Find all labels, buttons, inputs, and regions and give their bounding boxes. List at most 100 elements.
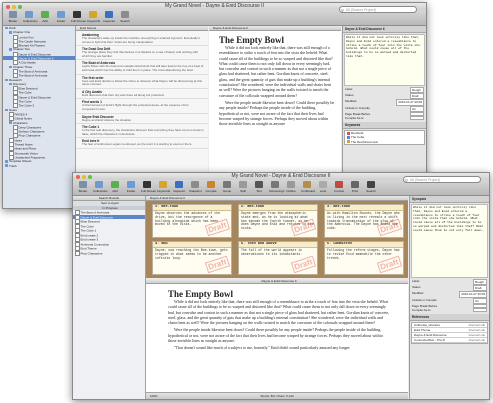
folder-icon xyxy=(57,11,65,18)
back-synopsis[interactable]: While it did not look entirely like that… xyxy=(344,34,425,86)
toolbar-button-full-screen[interactable]: Full Screen xyxy=(71,11,86,24)
collection-item[interactable]: Prop Characters xyxy=(73,250,145,256)
outline-item[interactable]: Awakening The characters wake up inside t… xyxy=(76,32,208,47)
outline-item[interactable]: The Cube 1 In the first real discovery, t… xyxy=(76,124,208,139)
compile-icon xyxy=(207,181,215,188)
outline-item[interactable]: Dayne Enid Discover Dayne and Enid discus… xyxy=(76,114,208,125)
toolbar-button-collections[interactable]: Collections xyxy=(23,11,38,24)
folder-icon xyxy=(5,78,8,82)
front-editor-paragraph[interactable]: "That doesn't sound like much of a subje… xyxy=(168,345,392,350)
index-card[interactable]: 2. Bee-town Dayne emerges from the atmosp… xyxy=(238,204,318,238)
search-results-tab[interactable]: Search Results xyxy=(73,196,145,201)
back-search-field[interactable]: ⚲ All (Search Project) xyxy=(339,6,417,13)
toolbar-button-label: Inspector xyxy=(103,19,116,23)
toolbar-button-outline[interactable]: Outline xyxy=(285,181,297,194)
front-editor-paragraph[interactable]: Were the people inside likewise bent dow… xyxy=(168,327,392,343)
toolbar-button-scrivenings[interactable]: Scrivenings xyxy=(269,181,285,194)
toolbar-button-keywords[interactable]: Keywords xyxy=(157,181,170,194)
front-window[interactable]: My Grand Novel - Dayne & Enid Discourse … xyxy=(72,172,490,400)
minimize-button[interactable] xyxy=(12,4,16,9)
toolbar-button-text[interactable]: Text xyxy=(253,181,265,194)
back-editor-paragraph[interactable]: While it did not look entirely like that… xyxy=(219,45,335,98)
index-card[interactable]: 3. Bee-town As with Hamilton Sounds, the … xyxy=(324,204,404,238)
binder-item[interactable]: Trash xyxy=(3,164,75,168)
toolbar-button-inspector[interactable]: Inspector xyxy=(173,181,185,194)
keywords-icon xyxy=(89,11,97,18)
reference-row[interactable]: ConnectedText - The R Internal Link xyxy=(412,338,487,344)
toolbar-button-label: Snapshot xyxy=(189,189,202,193)
toolbar-button-corkboard[interactable]: Corkboard xyxy=(301,181,315,194)
toolbar-button-split[interactable]: Split xyxy=(237,181,249,194)
lock-icon xyxy=(319,181,327,188)
back-editor-paragraph[interactable]: Were the people inside likewise bent dow… xyxy=(219,100,335,126)
toolbar-button-folder[interactable]: Folder xyxy=(125,181,137,194)
toolbar-button-search[interactable]: Search xyxy=(119,11,131,24)
toolbar-button-keywords[interactable]: Keywords xyxy=(87,11,100,24)
outline-item-body: The fear of ambrosia is again mentioned,… xyxy=(82,142,193,147)
index-card[interactable]: 6. Committee Following the reform stages,… xyxy=(324,241,404,275)
toolbar-button-label: Format xyxy=(334,189,344,193)
toolbar-button-label: Print xyxy=(351,189,359,193)
outline-item[interactable]: A City Awaits Enid discovers that their c… xyxy=(76,89,208,100)
outline-item[interactable]: The Dead Sea Drift The strange place they… xyxy=(76,46,208,61)
index-card[interactable]: 5. Then and Above The fall of the world a… xyxy=(238,241,318,275)
outline-item[interactable]: The first order Cars and Enid decide to f… xyxy=(76,75,208,89)
toolbar-button-inspector[interactable]: Inspector xyxy=(103,11,115,24)
toolbar-button-folder[interactable]: Folder xyxy=(55,11,67,24)
outline-item[interactable]: Enid bets fr The fear of ambrosia is agai… xyxy=(76,138,208,149)
front-editor[interactable]: Dayne & Enid Discourse II The Empty Bowl… xyxy=(146,279,408,392)
minimize-button[interactable] xyxy=(82,174,86,179)
toolbar-button-add[interactable]: Add xyxy=(39,11,51,24)
search-icon: ⚲ xyxy=(341,8,344,13)
reference-name: Dayne & Enid Discourse xyxy=(414,333,447,338)
index-card-title-text: Bee-town xyxy=(247,205,265,209)
keyword-row[interactable]: The Red Dream text xyxy=(345,140,424,144)
toolbar-button-binder[interactable]: Binder xyxy=(77,181,89,194)
keyword-color-swatch xyxy=(347,131,350,135)
toolbar-button-label: Folder xyxy=(56,19,66,23)
front-inspector[interactable]: Synopsis While it did not look entirely … xyxy=(409,196,489,399)
front-search-field[interactable]: ⚲ All (Search Project) xyxy=(403,176,481,183)
corkboard[interactable]: Dayne & Enid Discourse II 1. Bee-town Day… xyxy=(146,196,408,278)
toolbar-button-snapshot[interactable]: Snapshot xyxy=(189,181,202,194)
toolbar-button-add[interactable]: Add xyxy=(109,181,121,194)
metadata-row: Compile As-Is xyxy=(343,116,426,121)
reference-name: Ambrosia_structure xyxy=(414,323,441,328)
toolbar-button-full-screen[interactable]: Full Screen xyxy=(141,181,156,194)
snapshot-icon xyxy=(191,181,199,188)
close-button[interactable] xyxy=(6,4,10,9)
full-screen-icon xyxy=(73,11,81,18)
back-window-title: My Grand Novel - Dayne & Enid Discourse … xyxy=(165,3,264,9)
keyword-color-swatch xyxy=(347,136,350,140)
toolbar-button-binder[interactable]: Binder xyxy=(7,11,19,24)
index-card[interactable]: 4. Now Dayne, now reaching the Bee-town, … xyxy=(152,241,232,275)
close-button[interactable] xyxy=(76,174,80,179)
outline-item[interactable]: First words 1A brief account of Enid's f… xyxy=(76,99,208,114)
outline-item-body: Enid discovers that their city was there… xyxy=(82,92,165,97)
toolbar-button-search[interactable]: Search xyxy=(365,181,377,194)
front-synopsis[interactable]: While it did not look entirely like that… xyxy=(411,204,488,278)
toolbar-button-format[interactable]: Format xyxy=(333,181,345,194)
toolbar-button-label: Add xyxy=(42,19,48,23)
toolbar-button-group[interactable]: Group xyxy=(221,181,233,194)
front-collections[interactable]: Search Results Sent to Agent In Progress… xyxy=(73,196,146,399)
toolbar-button-lock[interactable]: Lock xyxy=(317,181,329,194)
toolbar-button-collections[interactable]: Collections xyxy=(93,181,108,194)
word-count: Words: 821 Chars: 5,140 xyxy=(260,394,294,398)
outline-header: Enid Shoots xyxy=(76,26,208,31)
binder-item-label: The Cube 2 xyxy=(18,103,35,108)
outline-item[interactable]: The Boat of Ambrosia Lights flicker with … xyxy=(76,60,208,75)
binder-icon xyxy=(79,181,87,188)
zoom-level[interactable]: 100% xyxy=(150,393,158,399)
toolbar-button-print[interactable]: Print xyxy=(349,181,361,194)
index-card[interactable]: 1. Bee-town Dayne observes the advances o… xyxy=(152,204,232,238)
zoom-button[interactable] xyxy=(18,4,22,9)
zoom-button[interactable] xyxy=(88,174,92,179)
toolbar-button-compile[interactable]: Compile xyxy=(205,181,217,194)
toolbar-button-label: Binder xyxy=(78,189,88,193)
metadata-value[interactable] xyxy=(473,308,487,313)
back-binder[interactable]: Draft Chapter One Let the Fun The Castle Na… xyxy=(3,26,76,208)
outline-item-body: Dayne and Enid discuss the situation. xyxy=(82,117,133,122)
metadata-value[interactable] xyxy=(410,116,424,121)
front-editor-paragraph[interactable]: While it did not look entirely like that… xyxy=(168,299,392,325)
